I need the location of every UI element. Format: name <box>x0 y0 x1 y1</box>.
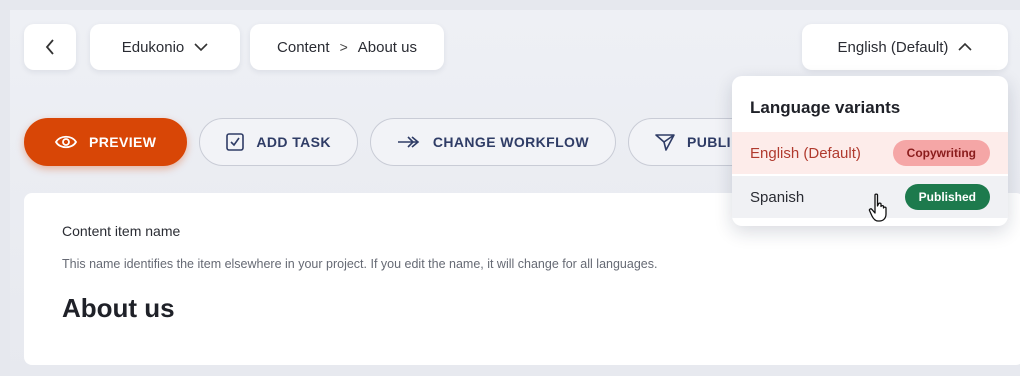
arrow-right-icon <box>397 136 420 148</box>
language-variant-english[interactable]: English (Default) Copywriting <box>732 132 1008 174</box>
add-task-label: ADD TASK <box>256 134 331 150</box>
add-task-button[interactable]: ADD TASK <box>199 118 358 166</box>
dropdown-title: Language variants <box>750 98 901 117</box>
preview-button[interactable]: PREVIEW <box>24 118 188 166</box>
chevron-down-icon <box>194 43 208 52</box>
breadcrumb-separator: > <box>339 39 348 55</box>
send-icon <box>655 134 675 151</box>
content-item-name-label: Content item name <box>62 223 181 239</box>
back-button[interactable] <box>24 24 76 70</box>
hand-pointer-icon <box>868 193 887 222</box>
breadcrumb-item: About us <box>357 38 417 56</box>
language-selector-label: English (Default) <box>837 38 949 56</box>
preview-label: PREVIEW <box>89 134 157 150</box>
content-item-name-help: This name identifies the item elsewhere … <box>62 257 658 271</box>
variant-name: English (Default) <box>750 144 861 162</box>
eye-icon <box>55 135 77 149</box>
change-workflow-label: CHANGE WORKFLOW <box>432 134 589 150</box>
breadcrumb-section[interactable]: Content <box>277 39 330 56</box>
language-selector[interactable]: English (Default) <box>802 24 1008 70</box>
project-label: Edukonio <box>121 38 185 56</box>
variant-name: Spanish <box>750 188 805 206</box>
checkbox-icon <box>226 133 245 151</box>
status-badge: Published <box>904 184 990 210</box>
chevron-left-icon <box>45 39 54 55</box>
project-selector[interactable]: Edukonio <box>90 24 240 70</box>
content-item-name-input[interactable]: About us <box>62 293 175 324</box>
change-workflow-button[interactable]: CHANGE WORKFLOW <box>369 118 616 166</box>
app-frame: Edukonio Content > About us English (Def… <box>10 10 1020 376</box>
action-toolbar: PREVIEW ADD TASK CHANGE WORKFLOW PUBLI <box>24 118 772 166</box>
status-badge: Copywriting <box>892 140 990 166</box>
chevron-up-icon <box>958 42 973 51</box>
publish-label: PUBLI <box>686 134 731 150</box>
breadcrumb[interactable]: Content > About us <box>250 24 444 70</box>
